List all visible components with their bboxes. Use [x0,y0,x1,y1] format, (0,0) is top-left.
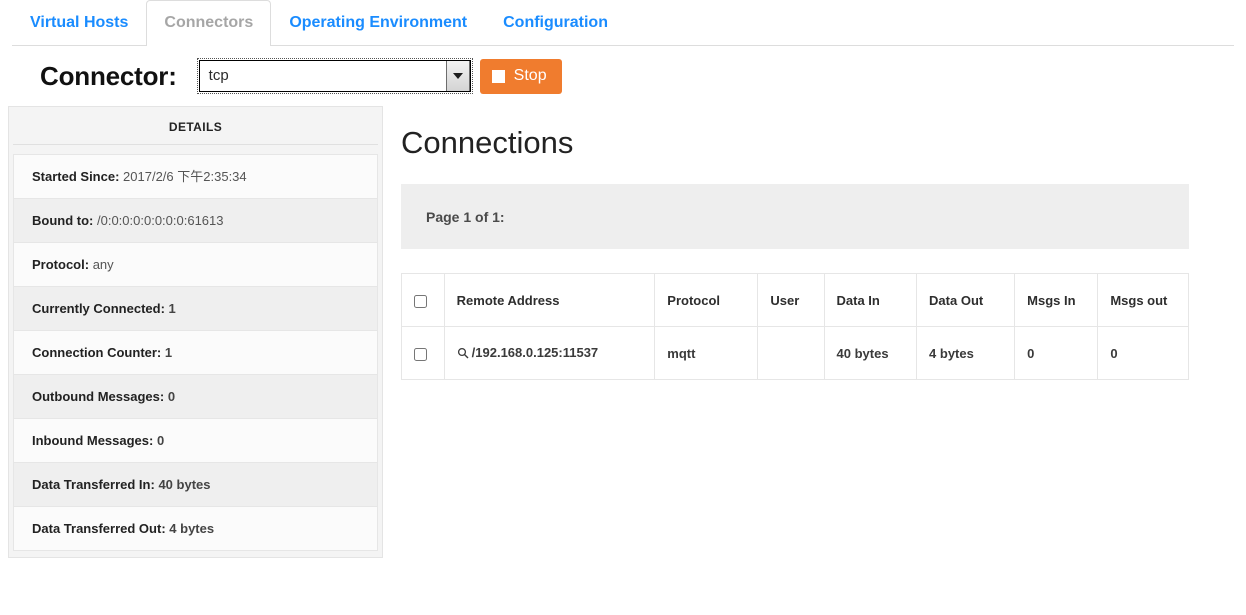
column-header-msgs-out[interactable]: Msgs out [1097,273,1189,327]
column-header-protocol[interactable]: Protocol [654,273,759,327]
page-info-text: Page 1 of 1: [426,208,505,225]
detail-key: Outbound Messages: [32,389,165,404]
detail-value: 1 [164,345,173,360]
select-all-header [401,273,445,327]
tab-configuration[interactable]: Configuration [485,0,626,46]
details-panel: DETAILS Started Since: 2017/2/6 下午2:35:3… [8,106,383,558]
detail-row-bound-to: Bound to: /0:0:0:0:0:0:0:0:61613 [14,199,377,243]
details-list: Started Since: 2017/2/6 下午2:35:34 Bound … [13,154,378,551]
connector-label: Connector: [40,61,177,91]
row-select-cell [401,326,445,380]
detail-key: Protocol: [32,257,90,272]
cell-msgs-in: 0 [1014,326,1099,380]
connections-section: Connections Page 1 of 1: Remote Address … [383,106,1246,380]
detail-row-protocol: Protocol: any [14,243,377,287]
detail-value: 0 [156,433,165,448]
detail-value: 1 [168,301,176,316]
select-all-checkbox[interactable] [414,294,427,308]
detail-key: Data Transferred In: [32,477,155,492]
stop-square-icon [491,69,505,83]
detail-value: 2017/2/6 下午2:35:34 [123,169,247,184]
connector-select-value: tcp [208,67,229,84]
detail-value: 40 bytes [158,477,211,492]
main-tab-bar: Virtual Hosts Connectors Operating Environ… [0,0,1246,47]
chevron-down-icon[interactable] [445,61,470,91]
table-header-row: Remote Address Protocol User Data In Dat… [401,273,1189,327]
connections-table: Remote Address Protocol User Data In Dat… [401,273,1189,380]
detail-key: Bound to: [32,213,94,228]
table-row: /192.168.0.125:11537 mqtt 40 bytes 4 byt… [401,326,1189,380]
cell-user [757,326,825,380]
stop-button-label: Stop [513,67,547,84]
stop-button[interactable]: Stop [479,58,562,94]
detail-key: Started Since: [32,169,120,184]
detail-row-connection-counter: Connection Counter: 1 [14,331,377,375]
detail-row-outbound-messages: Outbound Messages: 0 [14,375,377,419]
page-title: Connections [401,125,574,160]
cell-msgs-out: 0 [1097,326,1189,380]
connector-select[interactable]: tcp [196,58,473,94]
detail-value: 4 bytes [169,521,215,536]
detail-value: 0 [167,389,176,404]
details-panel-title: DETAILS [13,107,378,145]
detail-value: any [92,257,114,272]
detail-row-inbound-messages: Inbound Messages: 0 [14,419,377,463]
detail-key: Connection Counter: [32,345,162,360]
tab-operating-environment[interactable]: Operating Environment [271,0,485,46]
detail-row-data-transferred-out: Data Transferred Out: 4 bytes [14,507,377,551]
detail-value: /0:0:0:0:0:0:0:0:61613 [97,213,224,228]
connector-toolbar: Connector: tcp Stop [0,46,1246,106]
cell-data-in: 40 bytes [823,326,918,380]
remote-address-link[interactable]: /192.168.0.125:11537 [472,345,599,360]
detail-key: Inbound Messages: [32,433,154,448]
magnifier-icon[interactable] [457,347,469,362]
detail-row-currently-connected: Currently Connected: 1 [14,287,377,331]
detail-row-started-since: Started Since: 2017/2/6 下午2:35:34 [14,155,377,199]
tab-connectors[interactable]: Connectors [146,0,272,47]
column-header-msgs-in[interactable]: Msgs In [1014,273,1099,327]
main-content: DETAILS Started Since: 2017/2/6 下午2:35:3… [0,106,1246,558]
page-info-bar: Page 1 of 1: [401,184,1189,249]
column-header-data-in[interactable]: Data In [823,273,918,327]
column-header-remote-address[interactable]: Remote Address [443,273,656,327]
column-header-user[interactable]: User [757,273,825,327]
detail-key: Currently Connected: [32,301,165,316]
cell-protocol: mqtt [654,326,759,380]
cell-remote-address: /192.168.0.125:11537 [443,326,656,380]
tab-virtual-hosts[interactable]: Virtual Hosts [12,0,146,46]
detail-row-data-transferred-in: Data Transferred In: 40 bytes [14,463,377,507]
column-header-data-out[interactable]: Data Out [916,273,1016,327]
cell-data-out: 4 bytes [916,326,1016,380]
row-select-checkbox[interactable] [414,347,427,361]
detail-key: Data Transferred Out: [32,521,166,536]
